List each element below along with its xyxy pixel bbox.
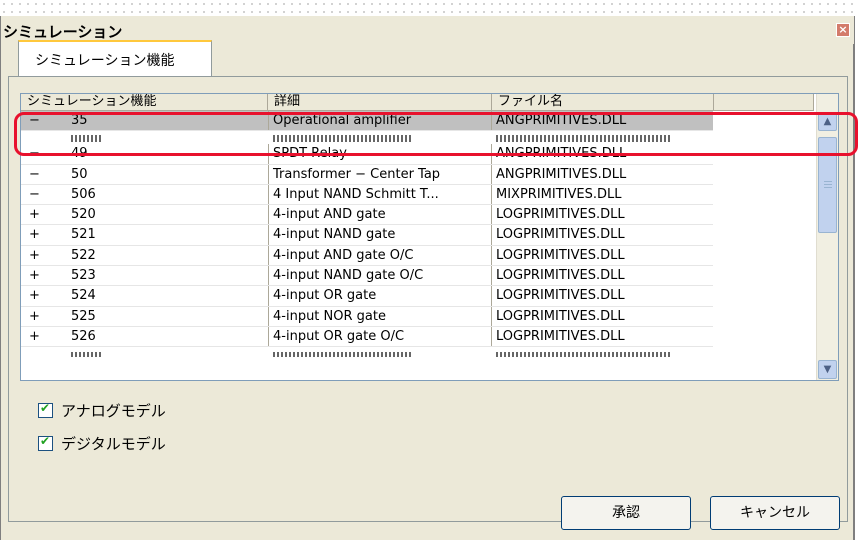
function-detail: 4-input AND gate <box>268 205 498 226</box>
function-file: LOGPRIMITIVES.DLL <box>491 286 716 307</box>
function-id: 520 <box>71 207 96 223</box>
function-detail: 4-input NAND gate <box>268 225 498 246</box>
highlight-annotation <box>14 112 858 156</box>
expand-sign[interactable]: − <box>29 185 49 205</box>
scroll-down-icon[interactable]: ▼ <box>818 360 837 379</box>
table-row[interactable]: − 50 Transformer − Center Tap ANGPRIMITI… <box>21 164 814 185</box>
function-file: ANGPRIMITIVES.DLL <box>491 164 716 185</box>
column-header-filename[interactable]: ファイル名 <box>492 94 714 111</box>
approve-button[interactable]: 承認 <box>561 496 691 530</box>
column-header-empty <box>714 94 814 111</box>
expand-sign[interactable]: + <box>29 266 49 286</box>
function-id: 526 <box>71 328 96 344</box>
table-row[interactable]: + 524 4-input OR gate LOGPRIMITIVES.DLL <box>21 286 814 307</box>
function-file: MIXPRIMITIVES.DLL <box>491 184 716 206</box>
function-detail: 4-input NOR gate <box>268 306 498 327</box>
function-file: LOGPRIMITIVES.DLL <box>491 205 716 226</box>
table-row[interactable]: + 520 4-input AND gate LOGPRIMITIVES.DLL <box>21 205 814 226</box>
function-detail: 4-input OR gate O/C <box>268 326 498 348</box>
expand-sign[interactable]: + <box>29 307 49 327</box>
digital-model-label: デジタルモデル <box>61 435 166 453</box>
list-header: シミュレーション機能 詳細 ファイル名 <box>21 94 814 111</box>
table-row-partial <box>21 347 814 358</box>
expand-sign[interactable]: + <box>29 225 49 245</box>
function-id: 524 <box>71 288 96 304</box>
tab-label: シミュレーション機能 <box>35 53 175 69</box>
function-id: 522 <box>71 247 96 263</box>
function-file: LOGPRIMITIVES.DLL <box>491 225 716 246</box>
function-id: 521 <box>71 227 96 243</box>
table-row[interactable]: + 526 4-input OR gate O/C LOGPRIMITIVES.… <box>21 326 814 348</box>
checkbox-checked-icon[interactable] <box>38 401 53 418</box>
function-detail: 4 Input NAND Schmitt T... <box>268 184 498 206</box>
function-file: LOGPRIMITIVES.DLL <box>491 266 716 287</box>
close-icon[interactable]: × <box>836 23 850 37</box>
cancel-button[interactable]: キャンセル <box>710 496 840 530</box>
function-file: LOGPRIMITIVES.DLL <box>491 306 716 327</box>
digital-model-checkbox[interactable]: デジタルモデル <box>38 433 166 454</box>
function-detail: 4-input AND gate O/C <box>268 245 498 267</box>
table-row[interactable]: + 525 4-input NOR gate LOGPRIMITIVES.DLL <box>21 306 814 327</box>
table-row[interactable]: − 506 4 Input NAND Schmitt T... MIXPRIMI… <box>21 184 814 206</box>
grip-icon <box>824 181 832 189</box>
table-row[interactable]: + 521 4-input NAND gate LOGPRIMITIVES.DL… <box>21 225 814 246</box>
function-detail: Transformer − Center Tap <box>268 164 498 185</box>
checkbox-checked-icon[interactable] <box>38 434 53 451</box>
column-header-function[interactable]: シミュレーション機能 <box>21 94 268 111</box>
expand-sign[interactable]: + <box>29 286 49 306</box>
expand-sign[interactable]: + <box>29 246 49 266</box>
function-id: 506 <box>71 186 96 202</box>
expand-sign[interactable]: + <box>29 205 49 225</box>
function-file: LOGPRIMITIVES.DLL <box>491 326 716 348</box>
function-id: 525 <box>71 308 96 324</box>
table-row[interactable]: + 522 4-input AND gate O/C LOGPRIMITIVES… <box>21 245 814 267</box>
tab-simulation-functions[interactable]: シミュレーション機能 <box>18 40 212 76</box>
window-title: シミュレーション <box>3 23 123 41</box>
column-header-detail[interactable]: 詳細 <box>268 94 492 111</box>
expand-sign[interactable]: + <box>29 327 49 347</box>
background-dot-pattern <box>0 0 859 16</box>
function-file: LOGPRIMITIVES.DLL <box>491 245 716 267</box>
function-id: 523 <box>71 268 96 284</box>
obscured-text <box>71 352 101 358</box>
expand-sign[interactable]: − <box>29 165 49 185</box>
table-row[interactable]: + 523 4-input NAND gate O/C LOGPRIMITIVE… <box>21 266 814 287</box>
analog-model-checkbox[interactable]: アナログモデル <box>38 400 166 421</box>
function-id: 50 <box>71 166 88 182</box>
analog-model-label: アナログモデル <box>61 402 166 420</box>
function-detail: 4-input OR gate <box>268 286 498 307</box>
function-detail: 4-input NAND gate O/C <box>268 266 498 287</box>
obscured-text <box>273 352 413 358</box>
obscured-text <box>496 352 671 358</box>
